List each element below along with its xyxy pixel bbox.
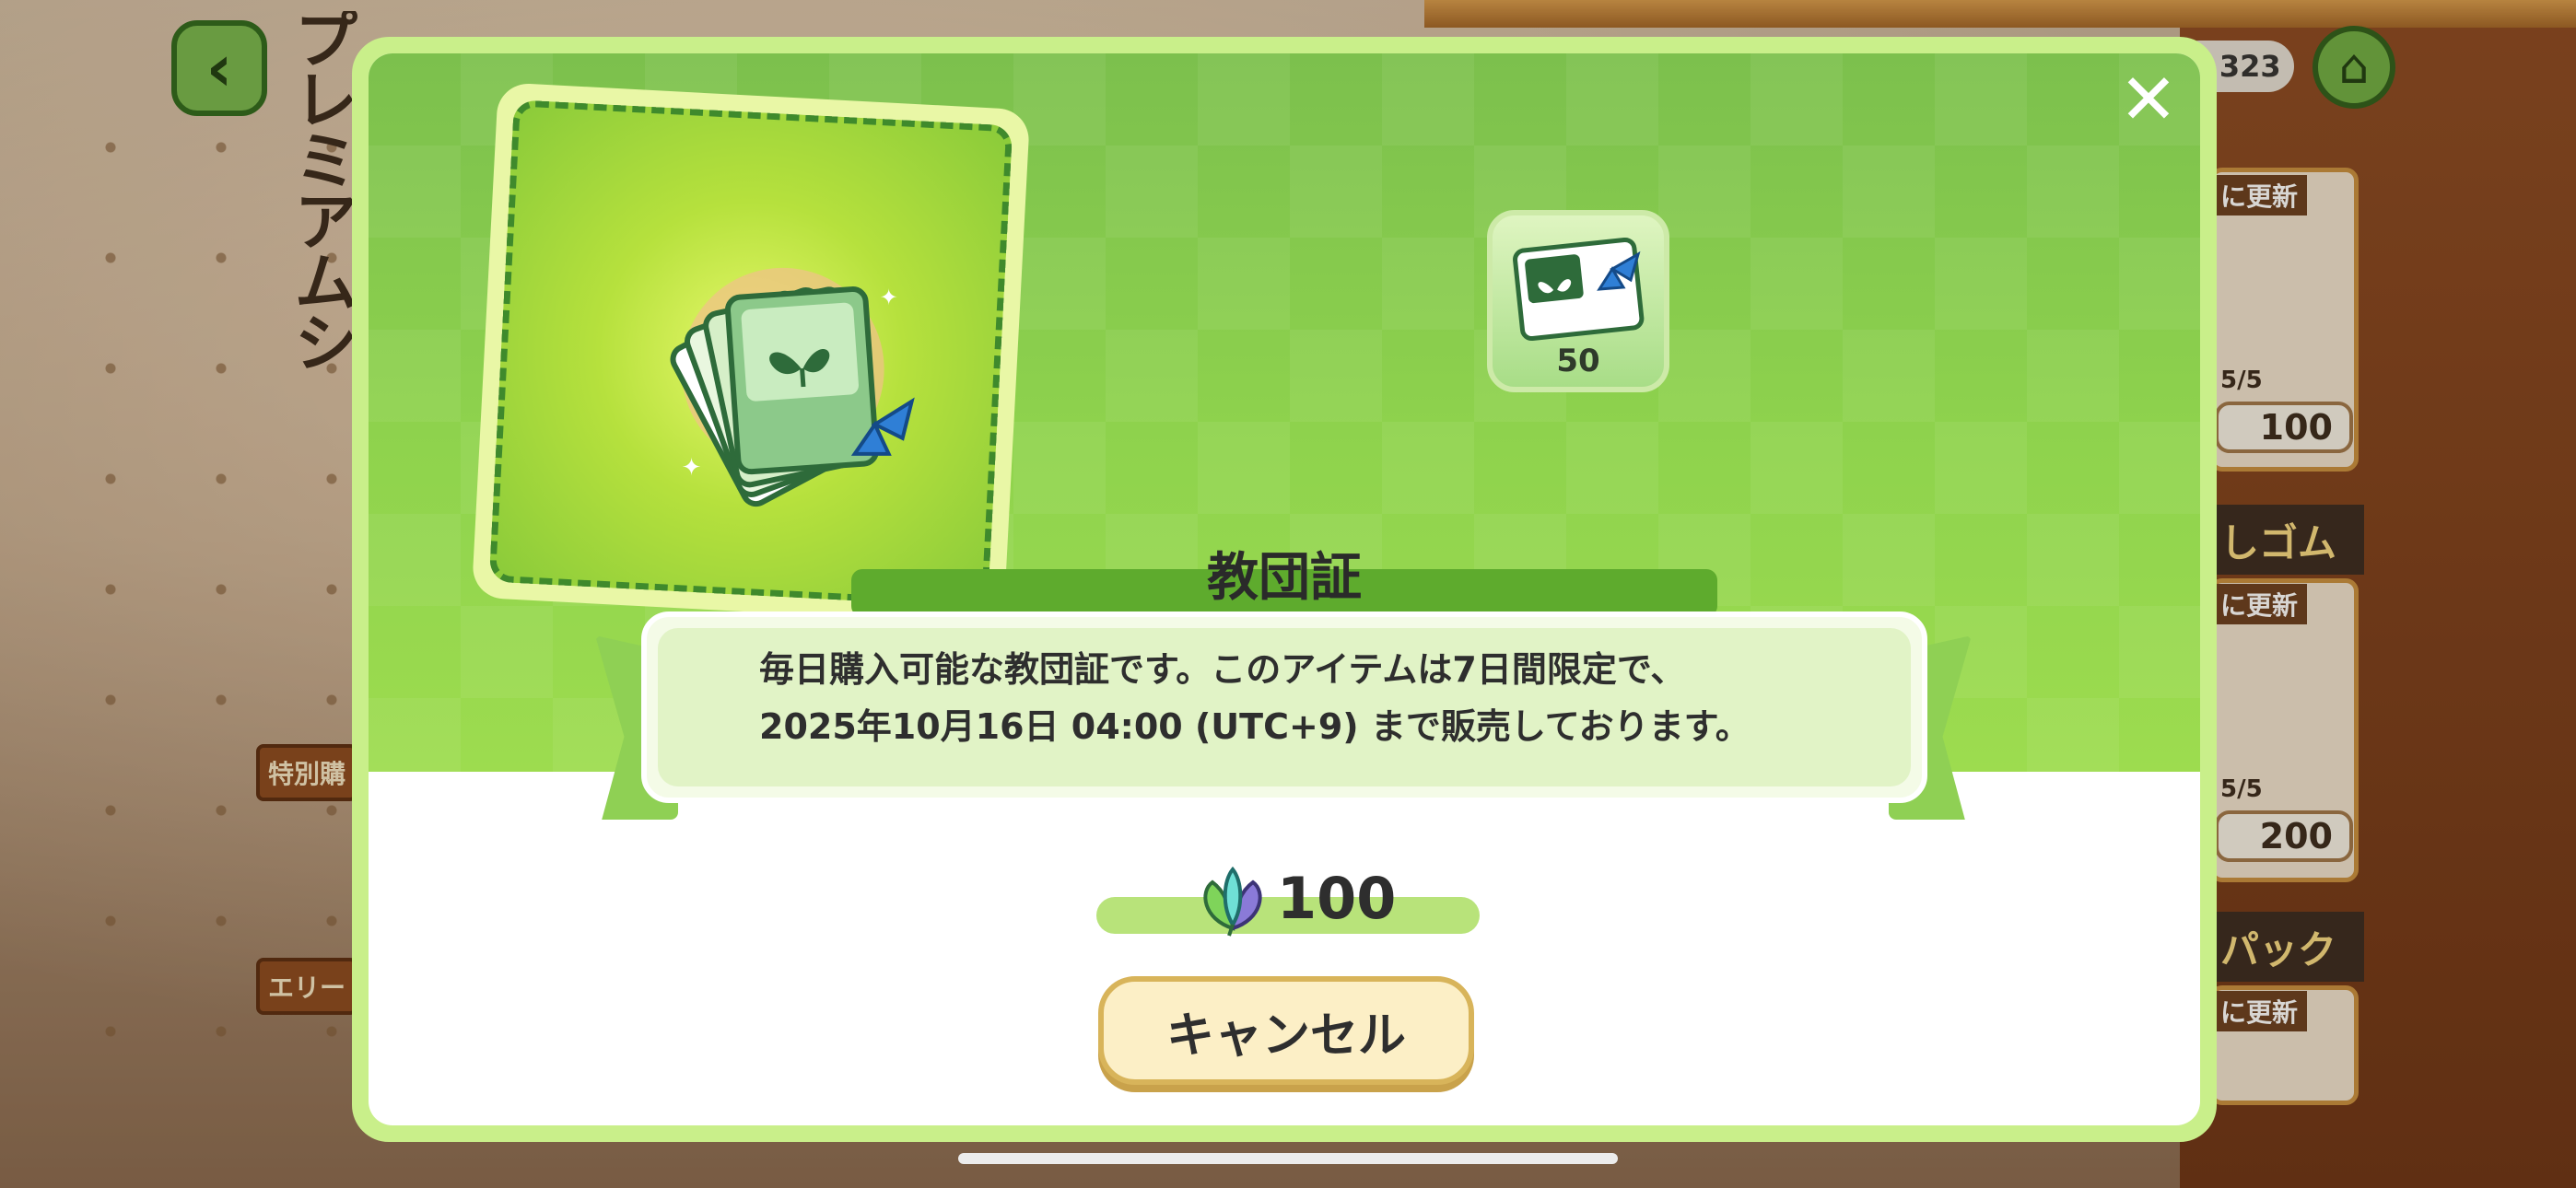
svg-text:✦: ✦ [682,454,702,482]
reward-item-slot[interactable]: 50 [1487,210,1669,392]
home-indicator[interactable] [958,1153,1618,1164]
item-name: 教団証 [1207,548,1362,608]
close-button[interactable]: ✕ [2115,64,2182,134]
membership-card-icon [1513,237,1645,342]
description-line: 毎日購入可能な教団証です。このアイテムは7日間限定で、 [759,649,1686,690]
crystal-leaf-icon [1203,866,1262,937]
item-preview-frame: ✦ ✦ [488,99,1013,608]
description-line: 2025年10月16日 04:00 (UTC+9) まで販売しております。 [759,706,1751,747]
price-amount: 100 [1277,865,1397,932]
item-description: 毎日購入可能な教団証です。このアイテムは7日間限定で、 2025年10月16日 … [759,641,1892,755]
close-icon: ✕ [2119,58,2178,140]
svg-text:✦: ✦ [880,285,898,310]
cancel-button[interactable]: キャンセル [1098,976,1474,1085]
membership-card-stack-icon: ✦ ✦ [670,267,915,507]
reward-quantity: 50 [1556,343,1600,379]
